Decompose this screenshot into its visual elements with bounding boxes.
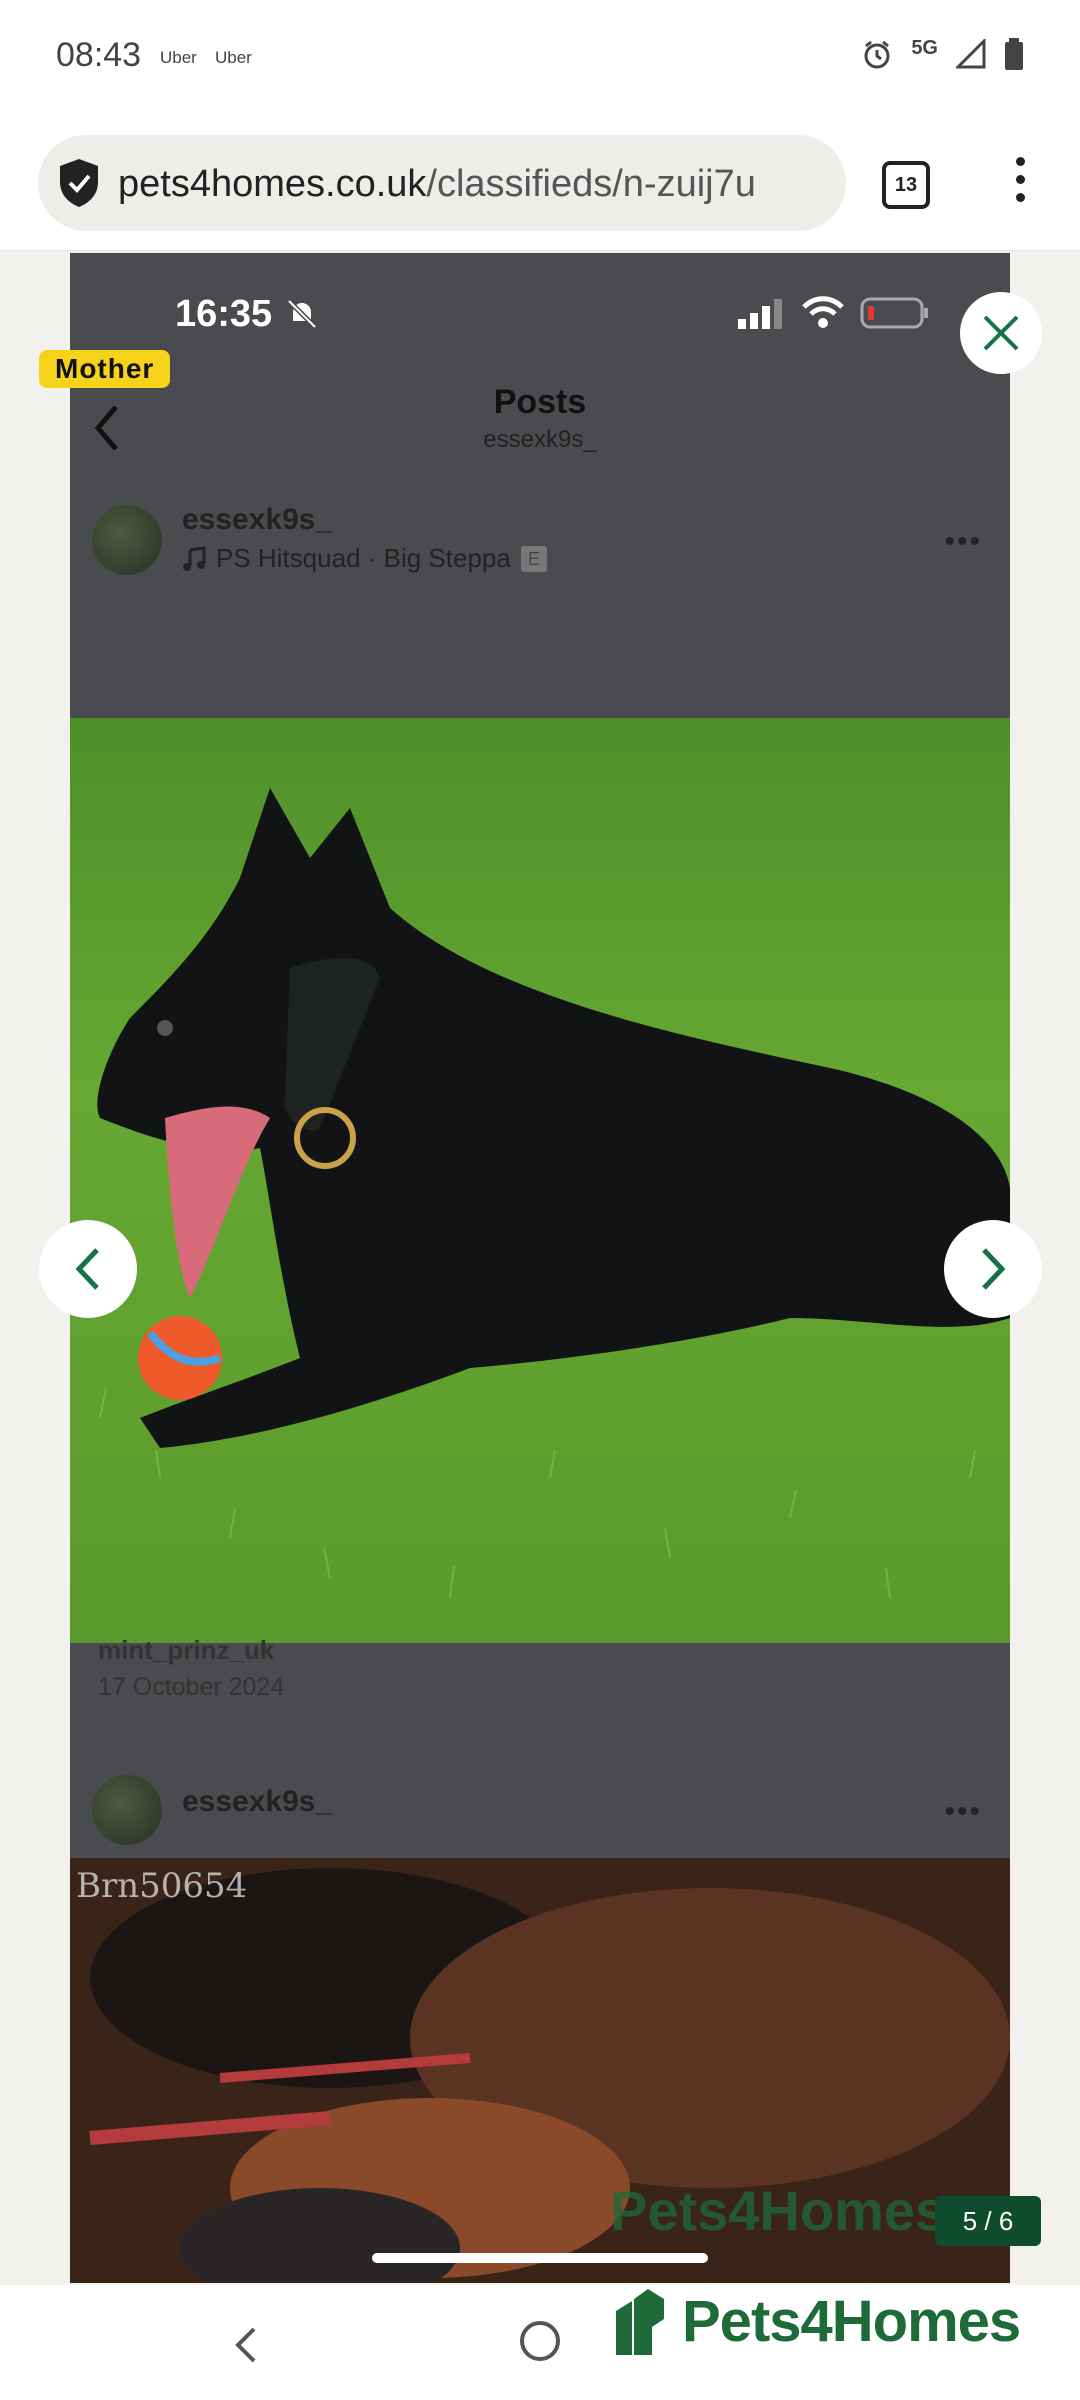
status-app-label: Uber — [160, 48, 197, 67]
cell-signal-icon — [738, 299, 782, 329]
browser-toolbar: pets4homes.co.uk/classifieds/n-zuij7u 13 — [0, 115, 1080, 251]
back-icon[interactable] — [230, 2325, 260, 2365]
url-text[interactable]: pets4homes.co.uk/classifieds/n-zuij7u — [118, 163, 756, 206]
inner-status-bar: 16:35 — [70, 253, 1010, 363]
mother-badge: Mother — [39, 350, 171, 388]
avatar — [92, 505, 162, 575]
post-music: PS Hitsquad · Big Steppa E — [182, 543, 547, 574]
battery-icon — [1005, 38, 1023, 70]
tab-switcher-button[interactable]: 13 — [882, 161, 930, 209]
dog-photo — [70, 718, 1010, 1643]
status-app-label: Uber — [215, 48, 252, 67]
image-counter: 5 / 6 — [935, 2196, 1041, 2246]
posts-title: Posts — [493, 383, 587, 421]
watermark-code: Brn50654 — [76, 1866, 248, 1906]
music-title: PS Hitsquad · Big Steppa — [216, 543, 511, 573]
post-date: 17 October 2024 — [98, 1673, 285, 1701]
more-vert-icon[interactable] — [1010, 157, 1030, 213]
brand-logo: Pets4Homes — [612, 2285, 1021, 2357]
watermark-logo: Pets4Homes — [610, 2179, 947, 2242]
explicit-badge: E — [520, 545, 547, 572]
more-horiz-icon: ••• — [944, 525, 982, 558]
wifi-icon — [802, 296, 844, 328]
close-button[interactable] — [960, 292, 1042, 374]
shield-icon[interactable] — [56, 157, 102, 209]
network-type: 5G — [911, 36, 938, 59]
url-path: /classifieds/n-zuij7u — [426, 163, 756, 205]
post-username: essexk9s_ — [182, 1785, 333, 1818]
previous-image-button[interactable] — [39, 1220, 137, 1318]
bell-off-icon — [287, 299, 317, 329]
avatar — [92, 1775, 162, 1845]
address-bar[interactable]: pets4homes.co.uk/classifieds/n-zuij7u — [38, 135, 846, 231]
post-username: essexk9s_ — [182, 503, 333, 536]
status-bar: 08:43 Uber Uber 5G — [0, 0, 1080, 115]
post-header: essexk9s_ ••• — [70, 1763, 1010, 1853]
close-icon — [983, 315, 1019, 351]
chevron-left-icon — [75, 1248, 99, 1290]
chevron-right-icon — [982, 1248, 1006, 1290]
alarm-icon — [864, 40, 890, 69]
dogs-photo: Brn50654 Pets4Homes — [70, 1858, 1010, 2283]
inner-time: 16:35 — [175, 293, 273, 335]
music-note-icon — [183, 545, 206, 571]
low-battery-icon — [860, 297, 928, 329]
post-header: essexk9s_ PS Hitsquad · Big Steppa E ••• — [70, 493, 1010, 583]
pets4homes-logo-icon — [616, 2289, 664, 2355]
more-horiz-icon: ••• — [944, 1795, 982, 1828]
url-domain: pets4homes.co.uk — [118, 163, 427, 205]
brand-name: Pets4Homes — [682, 2288, 1021, 2354]
inner-header: Posts essexk9s_ — [70, 383, 1010, 454]
status-time: 08:43 — [56, 36, 142, 74]
signal-icon — [956, 39, 986, 69]
next-image-button[interactable] — [944, 1220, 1042, 1318]
post-caption: mint_prinz_uk — [98, 1635, 275, 1665]
posts-subtitle: essexk9s_ — [483, 426, 597, 453]
home-icon[interactable] — [520, 2321, 560, 2361]
home-indicator — [372, 2253, 708, 2263]
gallery-image: 16:35 Posts essexk9s_ essexk9s_ PS Hitsq… — [70, 253, 1010, 2283]
